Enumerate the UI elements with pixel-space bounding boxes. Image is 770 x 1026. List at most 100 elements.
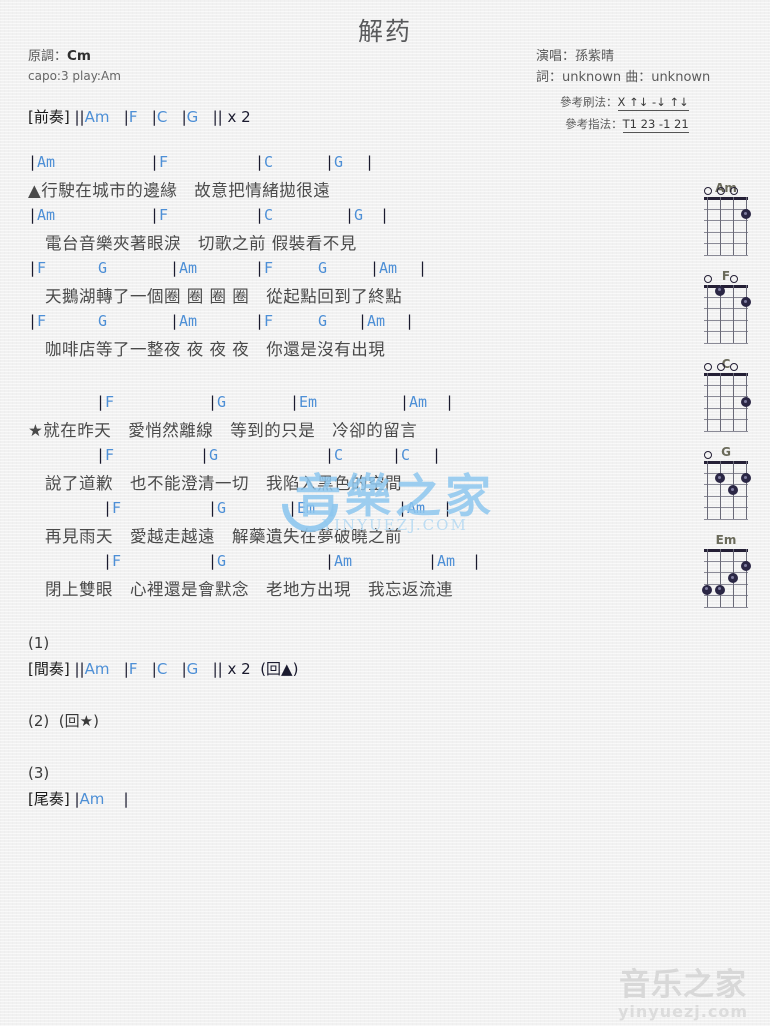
singer: 演唱：孫紫晴	[536, 49, 615, 64]
chord-line: |F G |Am |F G |Am |	[0, 259, 690, 283]
open-string-marker	[729, 187, 738, 195]
original-key: 原調：Cm	[28, 46, 121, 67]
chord-name: Am	[79, 790, 105, 808]
bar-line: |	[418, 259, 428, 277]
chord-name: Am	[84, 108, 110, 126]
chord-line: |F |G |Em |Am |	[0, 393, 690, 417]
nut	[704, 285, 748, 288]
nut	[704, 197, 748, 200]
fret-line	[704, 243, 748, 245]
outro-root: (1) [間奏] ||Am |F |C |G || x 2 (回▲) (2) (回★…	[0, 605, 690, 813]
chord-name: G	[98, 259, 108, 277]
section-tag: [前奏]	[28, 108, 75, 126]
finger-dot	[742, 474, 750, 483]
bar-line: |	[28, 259, 38, 277]
fretboard-grid	[703, 549, 750, 608]
fret-line	[704, 231, 748, 233]
capo-info: capo:3 play:Am	[28, 69, 121, 84]
chord-token: |Am	[398, 499, 425, 517]
bar-line: |	[325, 552, 335, 570]
string-line	[707, 197, 708, 255]
open-string-marker	[703, 451, 712, 459]
finger-dot	[716, 585, 724, 594]
original-key-label: 原調：	[28, 49, 68, 64]
lyric-line: 電台音樂夾著眼淚 切歌之前 假裝看不見	[28, 234, 357, 253]
fret-line	[704, 595, 748, 597]
chord-line: |Am |F |C |G |	[0, 206, 690, 230]
chord-token: |	[405, 312, 414, 330]
chord-name: Am	[179, 312, 198, 330]
fret-line	[704, 208, 748, 210]
string-line	[733, 197, 734, 255]
watermark-bottom-text: 音乐之家	[619, 967, 747, 1003]
string-line	[746, 461, 747, 519]
bar-line: |	[208, 552, 218, 570]
chord-token: |G	[208, 499, 226, 517]
chord-name: F	[264, 312, 274, 330]
chord-diagram-f: F	[686, 270, 766, 358]
bar-line: |	[170, 312, 180, 330]
chord-token: |G	[325, 153, 343, 171]
fret-line	[704, 331, 748, 333]
bar-line: || x 2	[198, 108, 251, 126]
chord-token: |Am	[170, 259, 197, 277]
bar-line: |	[255, 312, 265, 330]
fret-line	[704, 220, 748, 222]
chord-diagram-list: Am F C G Em	[686, 182, 766, 622]
chord-token: |C	[392, 446, 410, 464]
chord-token: |	[380, 206, 389, 224]
bar-line: |	[28, 153, 38, 171]
bar-line: |	[255, 206, 265, 224]
chord-progression-line: [尾奏] |Am |	[0, 787, 690, 813]
chord-token: |G	[208, 393, 226, 411]
nut	[704, 461, 748, 464]
bar-line: |	[325, 153, 335, 171]
bar-line: |	[150, 153, 160, 171]
chord-token: |	[432, 446, 441, 464]
section-tag: [間奏]	[28, 660, 75, 678]
chord-diagram-name: G	[721, 445, 731, 459]
string-line	[746, 549, 747, 607]
song-section: |F |G |Em |Am | ★就在昨天 愛悄然離線 等到的只是 冷卻的留言 |F |G |C…	[0, 393, 690, 605]
chord-name: G	[217, 393, 227, 411]
bar-line: || x 2 (回▲)	[198, 660, 299, 678]
chord-name: F	[37, 259, 47, 277]
string-line	[746, 285, 747, 343]
chord-name: C	[264, 206, 274, 224]
chord-diagram-c: C	[686, 358, 766, 446]
chord-progression-line: [前奏] ||Am |F |C |G || x 2	[0, 105, 690, 131]
chord-sheet: 解药 原調：Cm capo:3 play:Am 演唱：孫紫晴 詞：unknown…	[0, 0, 770, 1026]
chord-token: |C	[255, 206, 273, 224]
chord-name: F	[112, 552, 122, 570]
song-section: |Am |F |C |G | ▲行駛在城市的邊緣 故意把情緒拋很遠 |Am |F |C |G | 電…	[0, 153, 690, 365]
credits: 演唱：孫紫晴 詞：unknown 曲：unknown	[536, 46, 710, 89]
finger-dot	[742, 562, 750, 571]
chord-name: G	[98, 312, 108, 330]
chord-token: |F	[255, 312, 273, 330]
chord-token: |F	[150, 206, 168, 224]
chord-token: |Am	[428, 552, 455, 570]
open-string-marker	[716, 187, 725, 195]
bar-line: |	[103, 552, 113, 570]
fret-line	[704, 560, 748, 562]
chord-token: |Am	[170, 312, 197, 330]
chord-name: F	[112, 499, 122, 517]
bar-line: |	[167, 108, 187, 126]
fret-line	[704, 296, 748, 298]
chord-name: Am	[179, 259, 198, 277]
fret-line	[704, 607, 748, 608]
chord-name: G	[334, 153, 344, 171]
chord-token: G	[98, 312, 107, 330]
fret-line	[704, 396, 748, 398]
chord-name: C	[156, 108, 168, 126]
chord-name: G	[318, 312, 328, 330]
chord-token: |	[472, 552, 481, 570]
chord-name: Am	[367, 312, 386, 330]
bar-line: |	[443, 499, 453, 517]
bar-line: |	[472, 552, 482, 570]
fret-line	[704, 419, 748, 421]
